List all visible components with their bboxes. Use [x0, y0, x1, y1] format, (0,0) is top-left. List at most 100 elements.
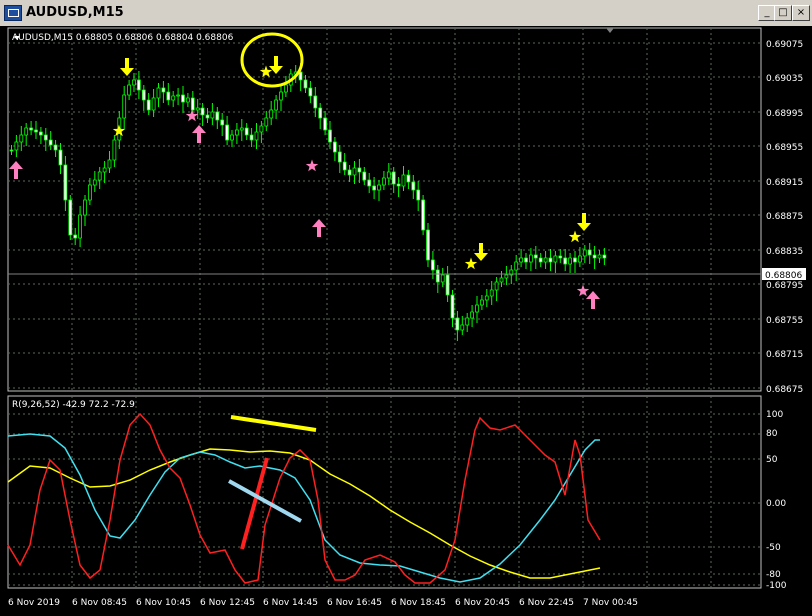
- candle-body: [430, 259, 435, 271]
- price-label: 0.68715: [766, 350, 803, 360]
- candle-body: [377, 184, 381, 191]
- candle-body: [489, 289, 494, 297]
- up-arrow-icon: [586, 291, 600, 309]
- star-icon: [305, 159, 319, 172]
- candle-body: [391, 171, 396, 185]
- down-arrow-icon: [269, 56, 283, 74]
- candle-body: [166, 91, 171, 101]
- price-label: 0.68675: [766, 385, 803, 395]
- candle-body: [215, 111, 220, 121]
- level-label: 0.00: [766, 499, 786, 509]
- candle-body: [587, 249, 592, 256]
- star-icon: [464, 257, 478, 270]
- candle-body: [597, 254, 602, 259]
- candle-body: [112, 139, 117, 161]
- price-axis: 0.69075 0.69035 0.68995 0.68955 0.68915 …: [766, 40, 803, 395]
- candle-body: [127, 84, 131, 96]
- candle-body: [58, 149, 63, 166]
- candle-body: [529, 254, 533, 263]
- candle-body: [107, 159, 112, 169]
- candle-body: [190, 97, 195, 111]
- candle-body: [136, 79, 141, 91]
- candle-body: [323, 117, 328, 131]
- grid-lines: [8, 28, 761, 588]
- candle-body: [411, 181, 416, 191]
- candle-body: [279, 91, 283, 101]
- candle-body: [254, 131, 259, 141]
- indicator-axis: 100 80 50 0.00 -50 -80 -100: [766, 410, 787, 591]
- candle-body: [102, 167, 107, 173]
- candle-body: [538, 257, 543, 263]
- candle-body: [504, 274, 509, 279]
- candle-body: [43, 134, 48, 141]
- candle-body: [553, 255, 558, 263]
- candle-body: [313, 95, 318, 109]
- indicator-header: R(9,26,52) -42.9 72.2 -72.9: [12, 400, 135, 410]
- time-label: 7 Nov 00:45: [583, 598, 638, 608]
- price-label: 0.68955: [766, 143, 803, 153]
- time-label: 6 Nov 12:45: [200, 598, 255, 608]
- candle-body: [499, 277, 504, 283]
- candle-body: [200, 107, 205, 116]
- candle-body: [156, 87, 161, 99]
- level-label: 50: [766, 455, 778, 465]
- candle-body: [48, 139, 53, 146]
- candle-body: [9, 149, 14, 152]
- price-label: 0.68995: [766, 109, 803, 119]
- candle-body: [176, 94, 181, 97]
- candle-body: [558, 255, 563, 259]
- chart-canvas[interactable]: 0.68806 AUDUSD,M15 0.68805 0.68806 0.688…: [0, 0, 812, 616]
- candle-body: [362, 171, 367, 181]
- candle-body: [328, 129, 332, 143]
- candle-body: [445, 274, 450, 296]
- down-arrow-icon: [120, 58, 134, 76]
- candle-body: [582, 249, 587, 257]
- candle-body: [318, 107, 323, 119]
- candle-body: [548, 257, 553, 263]
- candle-body: [592, 254, 597, 259]
- candle-body: [602, 254, 607, 259]
- candle-body: [205, 114, 210, 119]
- candle-body: [264, 117, 269, 127]
- candle-body: [421, 199, 426, 231]
- candle-body: [269, 109, 274, 119]
- level-label: 80: [766, 429, 778, 439]
- candle-body: [141, 89, 146, 101]
- level-label: 100: [766, 410, 783, 420]
- candle-body: [161, 87, 166, 93]
- level-label: -80: [766, 570, 781, 580]
- level-label: -50: [766, 543, 781, 553]
- candle-body: [92, 179, 97, 186]
- candle-body: [416, 189, 421, 201]
- candle-body: [367, 179, 372, 187]
- shift-marker-icon[interactable]: [606, 28, 614, 33]
- candle-body: [568, 257, 572, 265]
- price-label: 0.68875: [766, 212, 803, 222]
- candle-body: [543, 257, 548, 263]
- candle-body: [151, 97, 156, 111]
- time-label: 6 Nov 14:45: [263, 598, 318, 608]
- indicator-fast-line: [7, 412, 601, 584]
- candle-body: [514, 261, 519, 271]
- candle-body: [78, 214, 82, 239]
- down-arrow-icon: [474, 243, 488, 261]
- price-label: 0.68915: [766, 178, 803, 188]
- candle-body: [573, 257, 577, 263]
- candle-body: [352, 167, 357, 176]
- candle-body: [249, 134, 254, 141]
- time-label: 6 Nov 08:45: [72, 598, 127, 608]
- candle-body: [283, 84, 288, 93]
- candle-body: [29, 127, 34, 131]
- candle-body: [122, 94, 127, 119]
- star-icon: [568, 230, 582, 243]
- candle-body: [357, 167, 362, 173]
- candle-body: [97, 171, 102, 181]
- candle-body: [372, 185, 377, 191]
- candle-body: [73, 234, 78, 239]
- candle-body: [460, 324, 465, 331]
- candle-body: [332, 141, 337, 153]
- candle-body: [455, 317, 460, 331]
- price-label: 0.69035: [766, 74, 803, 84]
- indicator-border: [7, 395, 762, 589]
- candle-body: [274, 99, 279, 111]
